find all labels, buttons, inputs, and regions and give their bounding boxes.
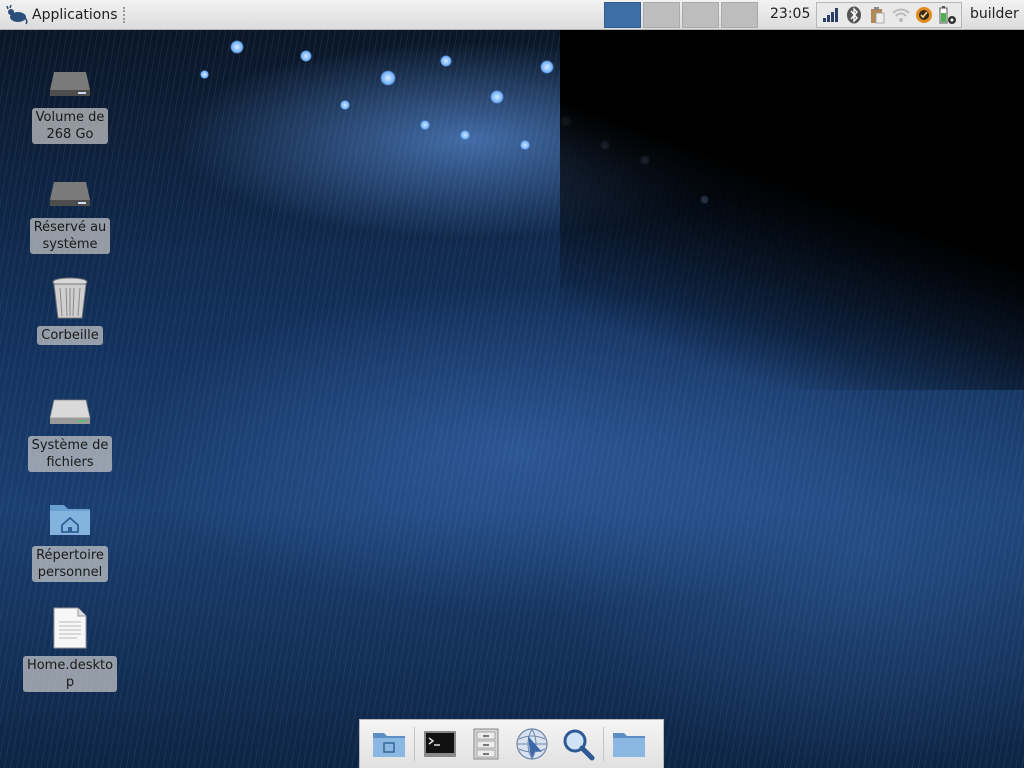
- wallpaper-sparkle: [420, 120, 430, 130]
- search-icon: [563, 729, 595, 761]
- user-menu[interactable]: builder: [970, 6, 1019, 22]
- dock-separator: [414, 727, 415, 761]
- hard-drive-icon: [46, 384, 94, 432]
- workspace-switcher: [604, 2, 758, 28]
- wallpaper-sparkle: [490, 90, 504, 104]
- terminal-launcher[interactable]: [417, 724, 463, 764]
- wallpaper-sparkle: [560, 115, 572, 127]
- desktop-icon-volume-268[interactable]: Volume de 268 Go: [22, 56, 118, 144]
- wifi-icon[interactable]: [891, 5, 911, 25]
- wallpaper-sparkle: [300, 50, 312, 62]
- workspace-1[interactable]: [604, 2, 641, 28]
- wallpaper-sparkle: [540, 60, 554, 74]
- update-notifier-icon[interactable]: [914, 5, 934, 25]
- desktop-icon-filesystem[interactable]: Système de fichiers: [22, 384, 118, 472]
- wallpaper-sparkle: [340, 100, 350, 110]
- wallpaper-sparkle: [700, 195, 709, 204]
- bluetooth-icon[interactable]: [844, 5, 864, 25]
- desktop-icon-label: Répertoire personnel: [32, 546, 108, 582]
- network-signal-icon[interactable]: [821, 5, 841, 25]
- wallpaper-sparkle: [380, 70, 396, 86]
- terminal-icon: [424, 731, 456, 757]
- xfce-mouse-icon: [6, 5, 28, 25]
- wallpaper-sparkle: [440, 55, 452, 67]
- file-cabinet-icon: [473, 728, 499, 760]
- wallpaper-sparkle: [460, 130, 470, 140]
- workspace-3[interactable]: [682, 2, 719, 28]
- applications-menu-button[interactable]: Applications: [6, 4, 118, 26]
- desktop-icon-home-folder[interactable]: Répertoire personnel: [22, 494, 118, 582]
- dock-separator: [603, 727, 604, 761]
- web-browser-icon: [516, 728, 548, 760]
- web-browser-launcher[interactable]: [509, 724, 555, 764]
- hard-drive-icon: [46, 56, 94, 104]
- desktop-icon-label: Volume de 268 Go: [31, 108, 109, 144]
- desktop-icon-label: Système de fichiers: [27, 436, 113, 472]
- desktop-icon-reserved-system[interactable]: Réservé au système: [22, 166, 118, 254]
- battery-icon[interactable]: [937, 5, 957, 25]
- system-tray: [816, 2, 962, 28]
- wallpaper-sparkle: [520, 140, 530, 150]
- hard-drive-icon: [46, 166, 94, 214]
- file-manager-icon: [373, 733, 405, 757]
- file-cabinet-launcher[interactable]: [463, 724, 509, 764]
- home-folder-icon: [46, 494, 94, 542]
- desktop-icon-label: Corbeille: [37, 326, 103, 345]
- text-file-icon: [46, 604, 94, 652]
- wallpaper-sparkle: [640, 155, 650, 165]
- file-manager-launcher[interactable]: [366, 724, 412, 764]
- panel-separator-handle[interactable]: [123, 7, 128, 23]
- bottom-dock: [359, 719, 664, 768]
- desktop-icon-label: Réservé au système: [29, 218, 111, 254]
- wallpaper-sparkle: [600, 140, 610, 150]
- panel-clock[interactable]: 23:05: [770, 6, 810, 22]
- wallpaper-sparkle: [230, 40, 244, 54]
- search-launcher[interactable]: [555, 724, 601, 764]
- wallpaper-sparkle: [200, 70, 209, 79]
- applications-menu-label: Applications: [32, 7, 118, 23]
- desktop-icon-home-desktop-file[interactable]: Home.deskto p: [22, 604, 118, 692]
- top-panel: Applications 23:05 builder: [0, 0, 1024, 30]
- folder-launcher[interactable]: [606, 724, 652, 764]
- trash-icon: [46, 274, 94, 322]
- folder-icon: [613, 733, 645, 757]
- desktop-wallpaper: [0, 30, 1024, 768]
- desktop-icon-trash[interactable]: Corbeille: [22, 274, 118, 345]
- workspace-4[interactable]: [721, 2, 758, 28]
- workspace-2[interactable]: [643, 2, 680, 28]
- desktop-icon-label: Home.deskto p: [22, 656, 118, 692]
- clipboard-icon[interactable]: [867, 5, 887, 25]
